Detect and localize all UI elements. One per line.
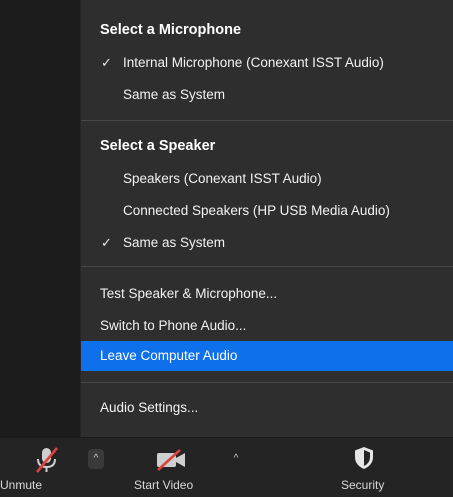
unmute-button[interactable]: Unmute	[0, 438, 80, 497]
menu-divider	[81, 266, 453, 267]
check-icon: ✓	[101, 55, 112, 70]
menu-item-label: Leave Computer Audio	[100, 348, 238, 363]
meeting-background	[0, 0, 80, 437]
menu-item-switch-to-phone-audio[interactable]: Switch to Phone Audio...	[81, 311, 453, 341]
menu-item-connected-speakers[interactable]: Connected Speakers (HP USB Media Audio)	[81, 196, 453, 226]
microphone-muted-icon	[34, 446, 60, 479]
menu-item-label: Internal Microphone (Conexant ISST Audio…	[123, 55, 384, 70]
menu-item-label: Connected Speakers (HP USB Media Audio)	[123, 203, 390, 218]
audio-options-caret-button[interactable]: ^	[88, 449, 104, 469]
menu-item-label: Switch to Phone Audio...	[100, 318, 247, 333]
video-off-icon	[154, 448, 188, 477]
menu-item-label: Same as System	[123, 87, 226, 102]
zoom-window: Select a Microphone ✓ Internal Microphon…	[0, 0, 453, 497]
start-video-label: Start Video	[134, 478, 194, 492]
menu-item-leave-computer-audio[interactable]: Leave Computer Audio	[81, 341, 453, 371]
menu-item-label: Same as System	[123, 235, 226, 250]
video-options-caret-button[interactable]: ^	[228, 449, 244, 469]
menu-item-internal-microphone[interactable]: ✓ Internal Microphone (Conexant ISST Aud…	[81, 48, 453, 78]
menu-item-speakers-conexant[interactable]: Speakers (Conexant ISST Audio)	[81, 164, 453, 194]
menu-divider	[81, 120, 453, 121]
menu-item-test-speaker-microphone[interactable]: Test Speaker & Microphone...	[81, 279, 453, 309]
shield-icon	[353, 446, 375, 475]
menu-item-speaker-same-as-system[interactable]: ✓ Same as System	[81, 228, 453, 258]
microphone-section-title: Select a Microphone	[100, 22, 242, 38]
check-icon: ✓	[101, 235, 112, 250]
menu-divider	[81, 382, 453, 383]
audio-menu: Select a Microphone ✓ Internal Microphon…	[80, 0, 453, 437]
menu-item-label: Test Speaker & Microphone...	[100, 286, 278, 301]
menu-item-mic-same-as-system[interactable]: Same as System	[81, 80, 453, 110]
security-button[interactable]: Security	[318, 438, 408, 497]
speaker-section-title: Select a Speaker	[100, 138, 216, 154]
menu-item-audio-settings[interactable]: Audio Settings...	[81, 393, 453, 423]
security-label: Security	[341, 478, 385, 492]
unmute-label: Unmute	[0, 478, 43, 492]
menu-item-label: Speakers (Conexant ISST Audio)	[123, 171, 322, 186]
meeting-toolbar: Unmute ^ Start Video ^ Security	[0, 437, 453, 497]
start-video-button[interactable]: Start Video	[130, 438, 220, 497]
menu-item-label: Audio Settings...	[100, 400, 199, 415]
